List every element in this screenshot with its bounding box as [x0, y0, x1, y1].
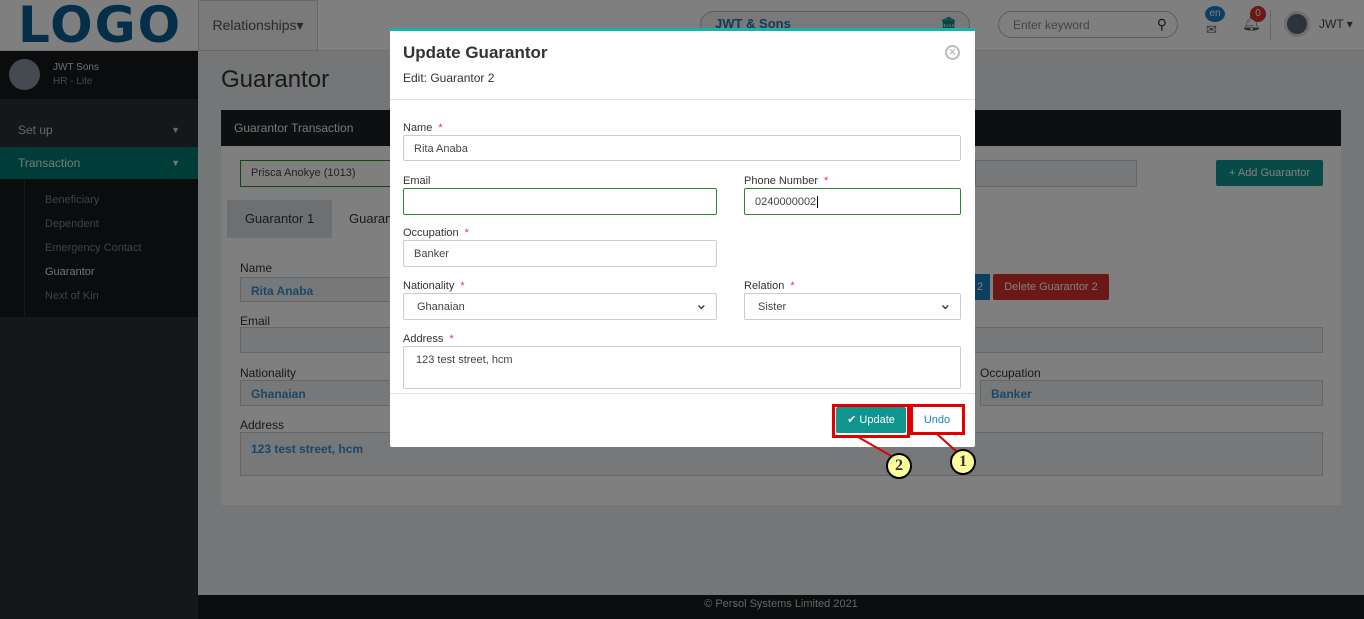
callout-line-2	[857, 436, 894, 458]
callout-2: 2	[886, 453, 912, 479]
callout-lines	[857, 433, 958, 458]
callout-line-1	[936, 433, 958, 453]
callout-1: 1	[950, 449, 976, 475]
